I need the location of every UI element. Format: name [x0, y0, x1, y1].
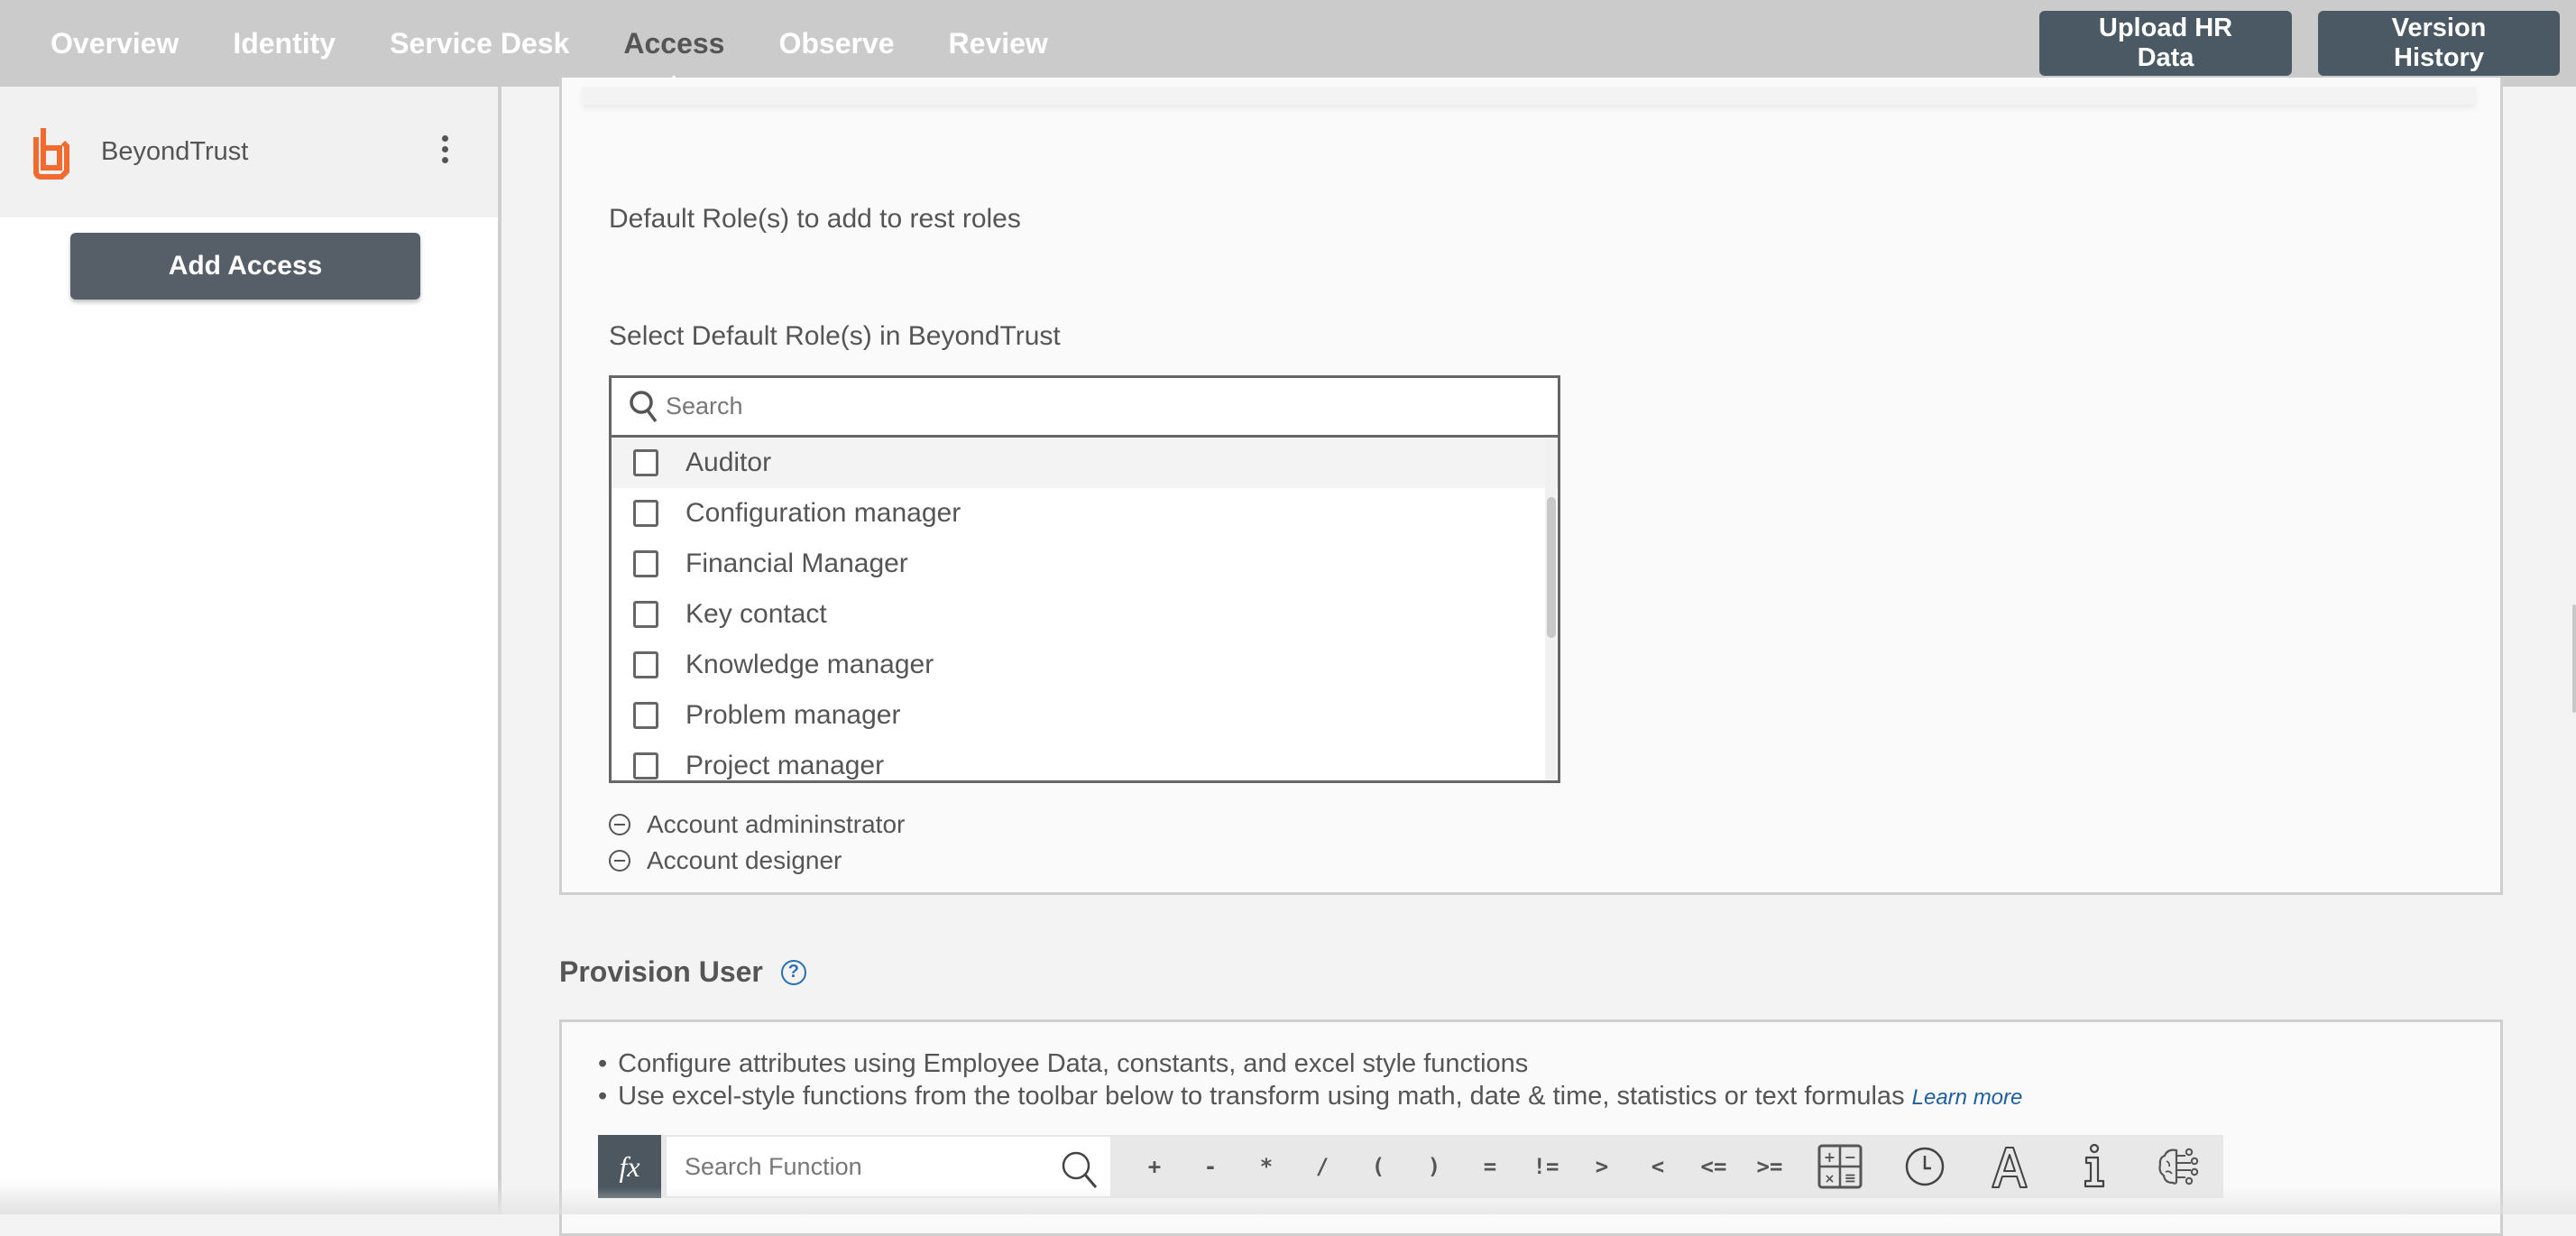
tab-identity[interactable]: Identity: [233, 0, 336, 87]
role-option-label: Configuration manager: [685, 498, 961, 529]
learn-more-link[interactable]: Learn more: [1912, 1085, 2023, 1110]
provision-card: Configure attributes using Employee Data…: [559, 1019, 2503, 1236]
selected-roles-list: Account admininstrator Account designer: [609, 807, 905, 879]
role-picker: Auditor Configuration manager Financial …: [609, 375, 1560, 783]
page-scrollbar-thumb[interactable]: [2572, 604, 2576, 713]
role-option-label: Key contact: [685, 599, 827, 630]
role-option-label: Problem manager: [685, 700, 900, 731]
operator-greater[interactable]: >: [1574, 1154, 1630, 1179]
role-option-label: Knowledge manager: [685, 650, 934, 680]
function-search: [667, 1137, 1110, 1196]
selected-role-label: Account admininstrator: [647, 810, 905, 839]
role-search-input[interactable]: [666, 392, 1477, 420]
checkbox[interactable]: [633, 651, 658, 678]
sidebar: BeyondTrust Add Access: [0, 87, 501, 1214]
list-scrollbar-thumb[interactable]: [1547, 497, 1556, 638]
role-option[interactable]: Auditor: [612, 438, 1558, 488]
role-option-label: Financial Manager: [685, 549, 908, 579]
role-option-label: Auditor: [685, 447, 771, 478]
default-roles-label: Default Role(s) to add to rest roles: [609, 204, 1021, 235]
top-nav: Overview Identity Service Desk Access Ob…: [0, 0, 2576, 87]
operator-plus[interactable]: +: [1127, 1154, 1182, 1179]
checkbox[interactable]: [633, 752, 658, 779]
formula-toolbar: fx + - * / ( ) = != > < <= >=: [598, 1135, 2223, 1198]
search-icon: [628, 389, 660, 425]
svg-text:×: ×: [1825, 1172, 1835, 1186]
beyondtrust-logo-icon: [31, 125, 72, 180]
sidebar-app-item[interactable]: BeyondTrust: [0, 87, 498, 217]
role-option[interactable]: Project manager: [612, 741, 1558, 780]
remove-circle-icon[interactable]: [609, 814, 630, 835]
operator-less-equal[interactable]: <=: [1686, 1154, 1742, 1179]
remove-circle-icon[interactable]: [609, 850, 630, 872]
role-option[interactable]: Financial Manager: [612, 539, 1558, 589]
provision-user-heading: Provision User ?: [559, 955, 806, 989]
role-option[interactable]: Configuration manager: [612, 488, 1558, 539]
math-functions-icon[interactable]: + − × ≡: [1798, 1139, 1882, 1194]
svg-text:−: −: [1845, 1148, 1856, 1166]
select-roles-label: Select Default Role(s) in BeyondTrust: [609, 321, 1061, 352]
selected-role: Account admininstrator: [609, 807, 905, 843]
instruction-item: Configure attributes using Employee Data…: [598, 1047, 2022, 1080]
role-search: [612, 378, 1558, 438]
checkbox[interactable]: [633, 449, 658, 476]
svg-text:+: +: [1824, 1148, 1835, 1166]
checkbox[interactable]: [633, 550, 658, 577]
date-time-icon[interactable]: [1882, 1139, 1967, 1194]
operator-open-paren[interactable]: (: [1350, 1154, 1406, 1179]
add-access-button[interactable]: Add Access: [70, 233, 420, 300]
version-history-button[interactable]: Version History: [2318, 11, 2560, 76]
svg-text:≡: ≡: [1845, 1169, 1856, 1186]
more-options-icon[interactable]: [438, 135, 451, 168]
operator-multiply[interactable]: *: [1238, 1154, 1294, 1179]
upload-hr-data-button[interactable]: Upload HR Data: [2039, 11, 2292, 76]
instruction-item: Use excel-style functions from the toolb…: [598, 1080, 2022, 1112]
fx-icon: fx: [598, 1135, 661, 1198]
tab-overview[interactable]: Overview: [51, 0, 179, 87]
role-option[interactable]: Key contact: [612, 589, 1558, 640]
checkbox[interactable]: [633, 500, 658, 527]
text-functions-icon[interactable]: [1967, 1139, 2052, 1194]
role-option-label: Project manager: [685, 751, 884, 780]
roles-card: Default Role(s) to add to rest roles Sel…: [559, 78, 2503, 895]
provision-user-title: Provision User: [559, 955, 763, 989]
provision-instructions: Configure attributes using Employee Data…: [598, 1047, 2022, 1112]
checkbox[interactable]: [633, 601, 658, 628]
tab-review[interactable]: Review: [949, 0, 1048, 87]
checkbox[interactable]: [633, 702, 658, 729]
role-options-list[interactable]: Auditor Configuration manager Financial …: [612, 438, 1558, 780]
role-option[interactable]: Knowledge manager: [612, 640, 1558, 690]
main-content: Default Role(s) to add to rest roles Sel…: [505, 87, 2576, 1214]
app-name: BeyondTrust: [101, 137, 248, 167]
operator-divide[interactable]: /: [1294, 1154, 1350, 1179]
tab-service-desk[interactable]: Service Desk: [390, 0, 569, 87]
tab-access[interactable]: Access: [623, 0, 724, 87]
sidebar-fade: [0, 1178, 501, 1214]
operator-equals[interactable]: =: [1462, 1154, 1518, 1179]
operator-not-equals[interactable]: !=: [1518, 1154, 1574, 1179]
ai-brain-icon[interactable]: [2137, 1139, 2222, 1194]
card-header-strip: [582, 87, 2476, 105]
function-search-input[interactable]: [685, 1153, 1045, 1181]
help-icon[interactable]: ?: [781, 960, 806, 985]
nav-tabs: Overview Identity Service Desk Access Ob…: [51, 0, 1102, 87]
operator-minus[interactable]: -: [1182, 1154, 1238, 1179]
operator-less[interactable]: <: [1630, 1154, 1686, 1179]
operator-greater-equal[interactable]: >=: [1742, 1154, 1798, 1179]
search-icon[interactable]: [1060, 1149, 1099, 1189]
tab-observe[interactable]: Observe: [778, 0, 894, 87]
operator-close-paren[interactable]: ): [1406, 1154, 1462, 1179]
selected-role: Account designer: [609, 843, 905, 879]
selected-role-label: Account designer: [647, 846, 842, 875]
role-option[interactable]: Problem manager: [612, 690, 1558, 741]
info-icon[interactable]: [2052, 1139, 2137, 1194]
